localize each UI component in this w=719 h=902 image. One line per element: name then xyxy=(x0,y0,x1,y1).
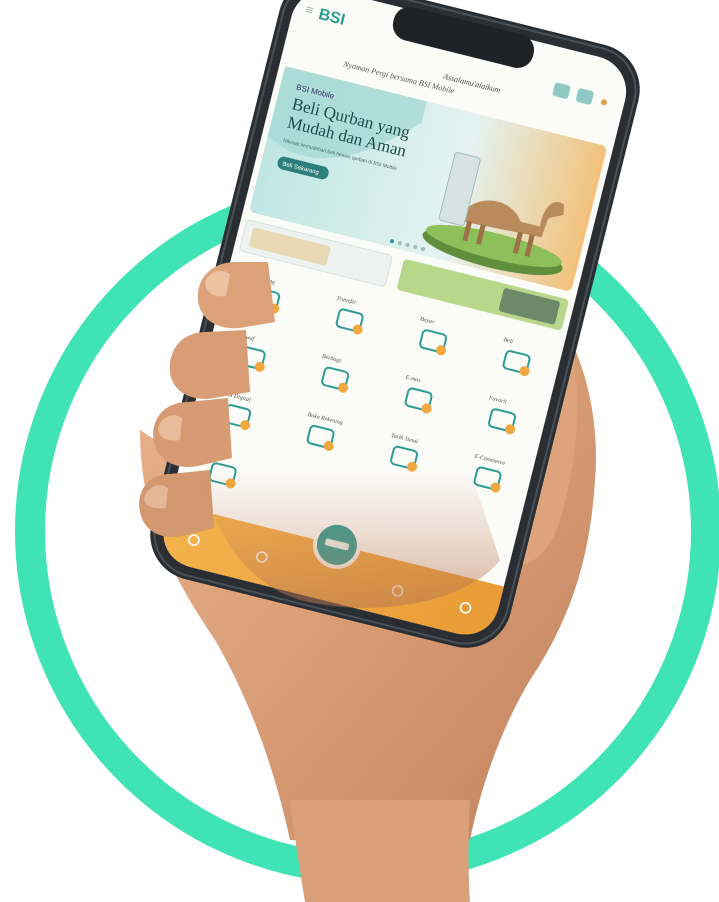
photo-scene: ≡ BSI Assalamu'alaikum Nyaman Pergi bers… xyxy=(0,0,719,902)
scene-svg: ≡ BSI Assalamu'alaikum Nyaman Pergi bers… xyxy=(15,0,719,902)
hand-wrist xyxy=(290,800,470,902)
finger-index xyxy=(197,262,275,329)
finger-middle xyxy=(169,330,250,399)
